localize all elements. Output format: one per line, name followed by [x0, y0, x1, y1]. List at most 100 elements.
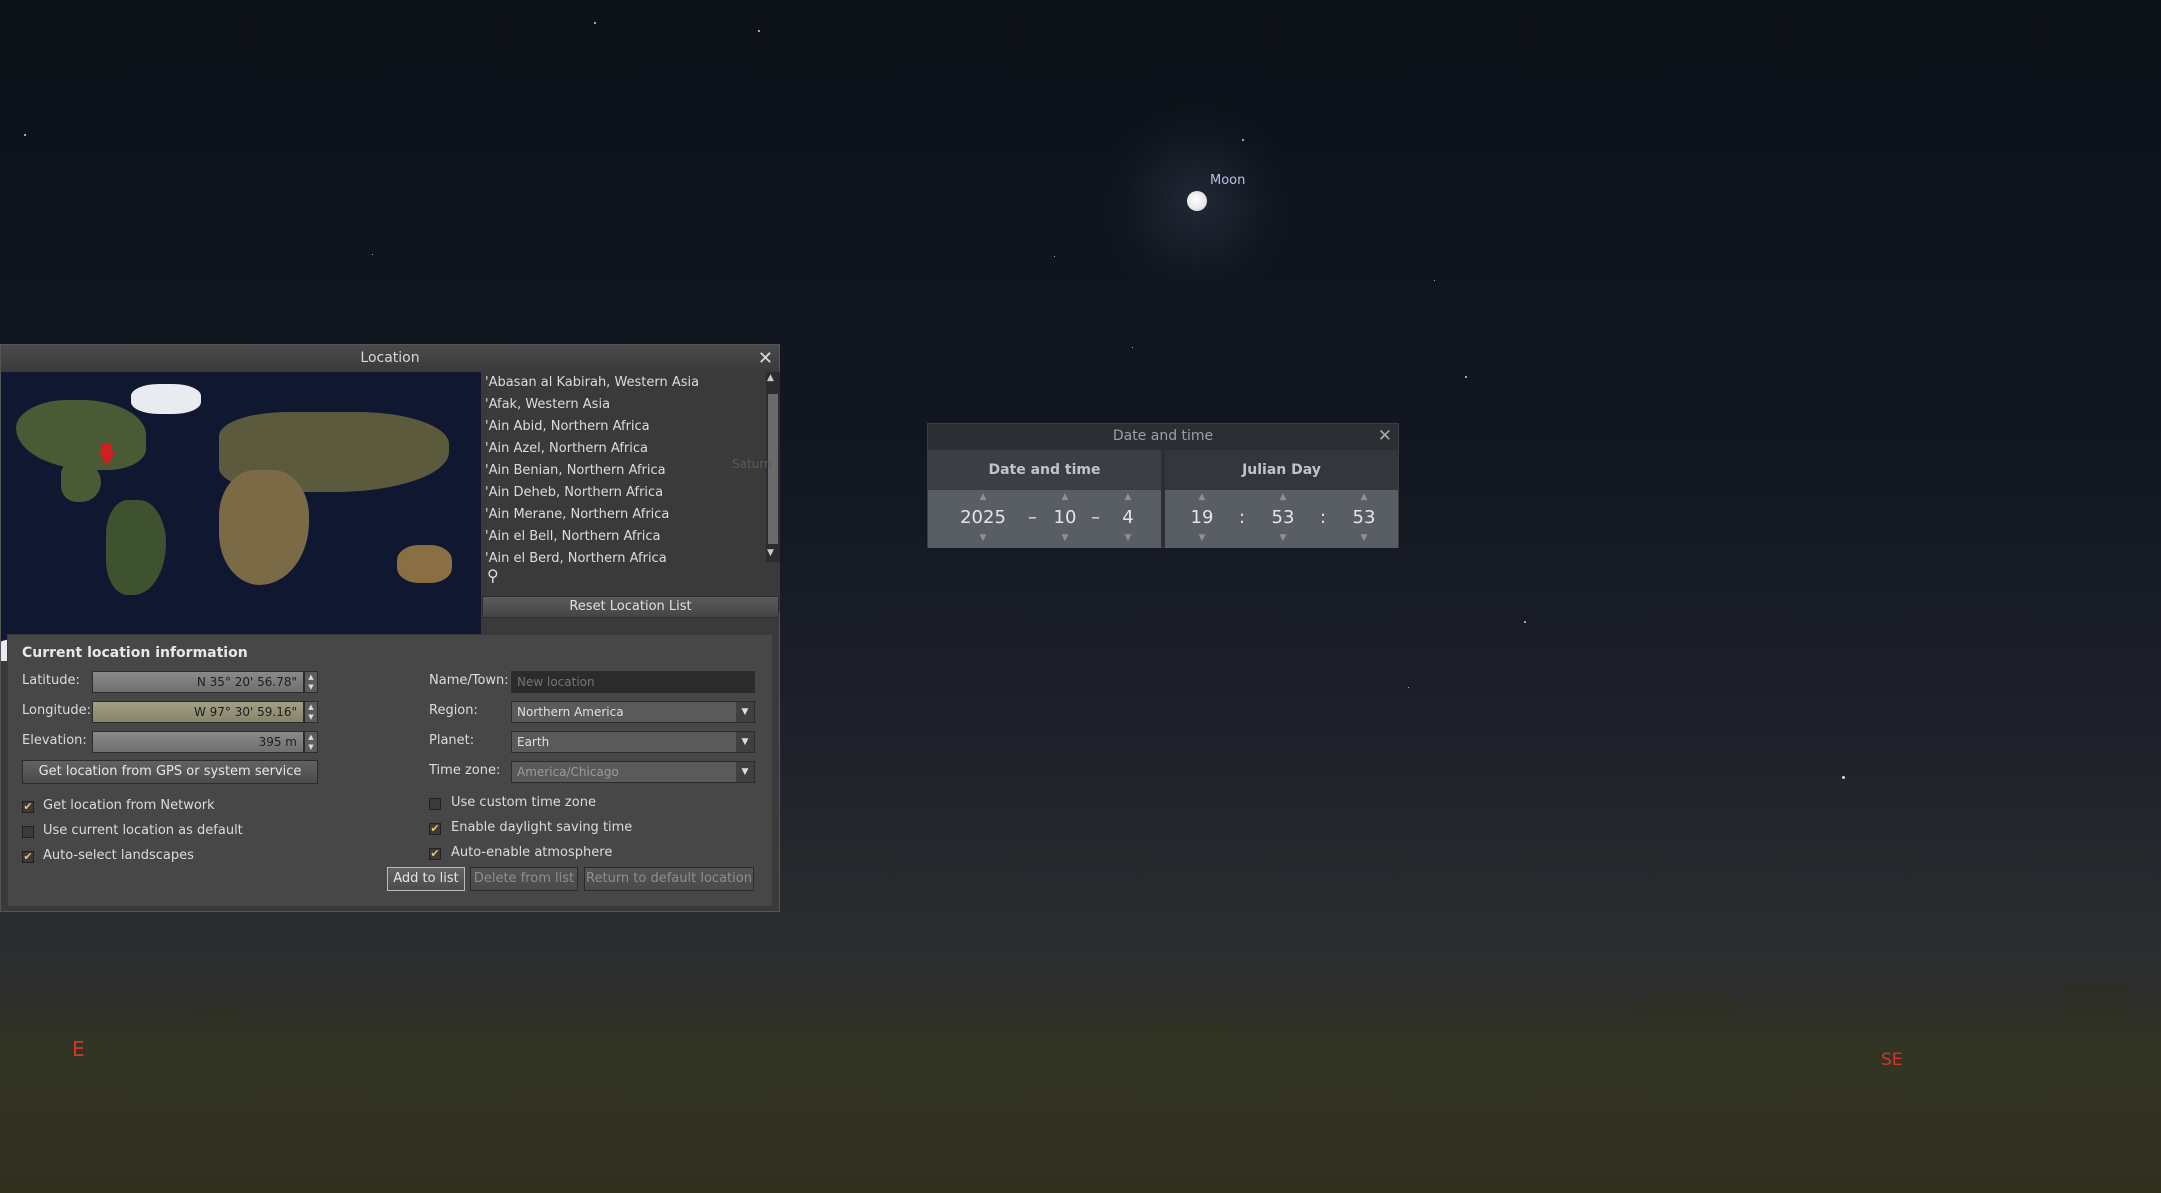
- timezone-label: Time zone:: [429, 763, 501, 778]
- location-window: Location ✕ 'Abasan al Kabirah, Western A…: [0, 344, 780, 912]
- second-down-icon[interactable]: ▼: [1352, 533, 1376, 543]
- location-title-bar[interactable]: Location ✕: [1, 345, 779, 372]
- gps-location-button[interactable]: Get location from GPS or system service: [22, 760, 318, 784]
- close-icon[interactable]: ✕: [1378, 424, 1392, 448]
- list-item[interactable]: 'Afak, Western Asia: [481, 394, 780, 416]
- datetime-window: Date and time ✕ Date and time Julian Day…: [927, 423, 1399, 548]
- name-field[interactable]: [511, 671, 755, 693]
- star: [372, 254, 373, 255]
- minute-up-icon[interactable]: ▲: [1271, 492, 1295, 502]
- scroll-down-icon[interactable]: ▼: [767, 548, 774, 558]
- planet-value: Earth: [517, 735, 550, 749]
- day-down-icon[interactable]: ▼: [1116, 533, 1140, 543]
- planet-select[interactable]: Earth ▼: [511, 731, 755, 753]
- second-up-icon[interactable]: ▲: [1352, 492, 1376, 502]
- saturn-label: Saturn: [732, 457, 772, 471]
- star: [1524, 621, 1526, 623]
- africa-shape: [219, 470, 309, 585]
- year-field[interactable]: 2025: [948, 507, 1018, 528]
- day-up-icon[interactable]: ▲: [1116, 492, 1140, 502]
- auto-atmosphere-checkbox[interactable]: ✔: [429, 848, 441, 860]
- scroll-up-icon[interactable]: ▲: [767, 373, 774, 383]
- tab-julian-day[interactable]: Julian Day: [1165, 450, 1398, 490]
- reset-location-list-button[interactable]: Reset Location List: [482, 596, 779, 618]
- star: [1132, 347, 1133, 348]
- year-up-icon[interactable]: ▲: [968, 492, 998, 502]
- current-location-title: Current location information: [22, 645, 248, 661]
- north-america-shape: [16, 400, 146, 470]
- network-location-checkbox[interactable]: ✔: [22, 801, 34, 813]
- star: [1054, 256, 1055, 257]
- central-america-shape: [61, 462, 101, 502]
- location-pin-icon: [99, 452, 115, 466]
- elevation-label: Elevation:: [22, 733, 87, 748]
- daylight-saving-checkbox[interactable]: ✔: [429, 823, 441, 835]
- timezone-select[interactable]: America/Chicago ▼: [511, 761, 755, 783]
- chevron-down-icon[interactable]: ▼: [736, 762, 754, 782]
- list-item[interactable]: 'Ain Deheb, Northern Africa: [481, 482, 780, 504]
- star: [758, 30, 760, 32]
- chevron-down-icon[interactable]: ▼: [736, 702, 754, 722]
- date-separator: –: [1028, 507, 1037, 528]
- date-panel: ▲ 2025 ▼ – ▲ 10 ▼ – ▲ 4 ▼: [928, 490, 1161, 548]
- auto-landscape-checkbox[interactable]: ✔: [22, 851, 34, 863]
- world-map[interactable]: [1, 372, 481, 661]
- list-item[interactable]: 'Ain Merane, Northern Africa: [481, 504, 780, 526]
- month-field[interactable]: 10: [1048, 507, 1082, 528]
- month-up-icon[interactable]: ▲: [1053, 492, 1077, 502]
- timezone-value: America/Chicago: [517, 765, 619, 779]
- date-separator: –: [1091, 507, 1100, 528]
- moon-label: Moon: [1210, 173, 1246, 188]
- delete-from-list-button[interactable]: Delete from list: [470, 867, 578, 891]
- region-select[interactable]: Northern America ▼: [511, 701, 755, 723]
- day-field[interactable]: 4: [1111, 507, 1145, 528]
- latitude-label: Latitude:: [22, 673, 80, 688]
- datetime-title: Date and time: [1112, 428, 1214, 444]
- greenland-shape: [131, 384, 201, 414]
- month-down-icon[interactable]: ▼: [1053, 533, 1077, 543]
- return-default-button[interactable]: Return to default location: [584, 867, 754, 891]
- year-down-icon[interactable]: ▼: [968, 533, 998, 543]
- current-location-panel: Current location information Latitude: N…: [7, 634, 773, 907]
- location-title: Location: [360, 350, 420, 366]
- datetime-title-bar[interactable]: Date and time ✕: [928, 424, 1398, 448]
- australia-shape: [397, 545, 452, 583]
- hour-down-icon[interactable]: ▼: [1190, 533, 1214, 543]
- compass-east: E: [72, 1037, 85, 1061]
- moon-icon[interactable]: [1187, 191, 1207, 211]
- name-label: Name/Town:: [429, 673, 509, 688]
- longitude-label: Longitude:: [22, 703, 92, 718]
- hour-up-icon[interactable]: ▲: [1190, 492, 1214, 502]
- list-item[interactable]: 'Ain Abid, Northern Africa: [481, 416, 780, 438]
- search-icon[interactable]: ⚲: [487, 566, 499, 585]
- auto-atmosphere-label: Auto-enable atmosphere: [451, 845, 613, 860]
- minute-down-icon[interactable]: ▼: [1271, 533, 1295, 543]
- hour-field[interactable]: 19: [1185, 507, 1219, 528]
- region-label: Region:: [429, 703, 478, 718]
- longitude-field[interactable]: W 97° 30' 59.16": [92, 701, 304, 723]
- time-separator: :: [1239, 507, 1246, 528]
- star: [1842, 776, 1845, 779]
- network-location-label: Get location from Network: [43, 798, 215, 813]
- elevation-field[interactable]: 395 m: [92, 731, 304, 753]
- list-item[interactable]: 'Abasan al Kabirah, Western Asia: [481, 372, 780, 394]
- add-to-list-button[interactable]: Add to list: [387, 867, 465, 891]
- tab-date-and-time[interactable]: Date and time: [928, 450, 1161, 490]
- close-icon[interactable]: ✕: [758, 345, 773, 372]
- elevation-stepper[interactable]: ▲ ▼: [304, 731, 318, 753]
- star: [1434, 280, 1435, 281]
- south-america-shape: [106, 500, 166, 595]
- daylight-saving-label: Enable daylight saving time: [451, 820, 633, 835]
- default-location-checkbox[interactable]: [22, 826, 34, 838]
- chevron-down-icon[interactable]: ▼: [736, 732, 754, 752]
- default-location-label: Use current location as default: [43, 823, 243, 838]
- location-search[interactable]: ⚲: [481, 564, 780, 586]
- custom-timezone-checkbox[interactable]: [429, 798, 441, 810]
- time-panel: ▲ 19 ▼ : ▲ 53 ▼ : ▲ 53 ▼: [1165, 490, 1398, 548]
- longitude-stepper[interactable]: ▲ ▼: [304, 701, 318, 723]
- latitude-field[interactable]: N 35° 20' 56.78": [92, 671, 304, 693]
- minute-field[interactable]: 53: [1266, 507, 1300, 528]
- second-field[interactable]: 53: [1347, 507, 1381, 528]
- list-item[interactable]: 'Ain el Bell, Northern Africa: [481, 526, 780, 548]
- latitude-stepper[interactable]: ▲ ▼: [304, 671, 318, 693]
